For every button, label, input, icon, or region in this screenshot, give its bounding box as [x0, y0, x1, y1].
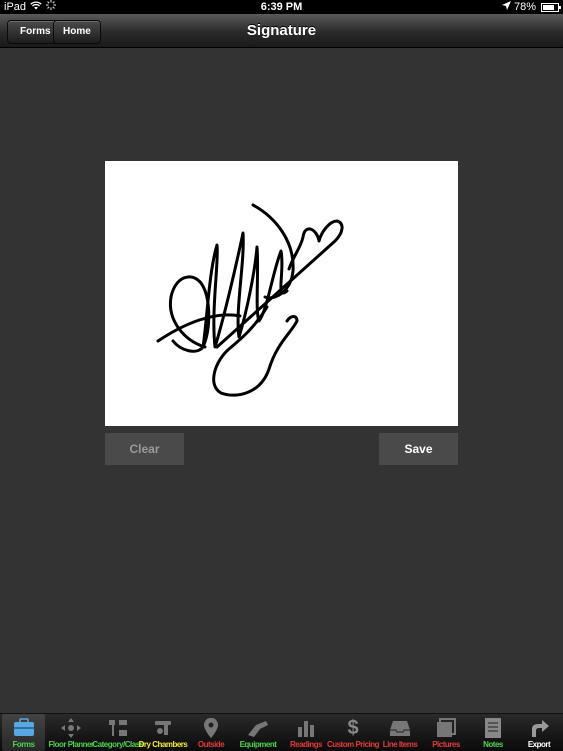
equipment-icon: [246, 717, 270, 739]
inbox-tray-icon: [389, 717, 411, 739]
tab-dry-chambers[interactable]: Dry Chambers: [139, 714, 188, 751]
tab-label: Outside: [197, 740, 225, 749]
battery-percent: 78%: [513, 1, 536, 13]
signature-pad[interactable]: [105, 161, 458, 426]
readings-chart-icon: [295, 717, 317, 739]
clock: 6:39 PM: [260, 1, 303, 13]
tab-label: Readings: [289, 740, 323, 749]
category-icon: [107, 717, 129, 739]
status-bar: iPad 6:39 PM 78%: [0, 0, 563, 14]
battery-icon: [541, 2, 561, 12]
clear-button[interactable]: Clear: [105, 433, 184, 465]
home-button[interactable]: Home: [53, 20, 101, 44]
tab-bar: Forms Floor Planner Category/Class Dry C…: [0, 713, 563, 751]
tab-pictures[interactable]: Pictures: [424, 714, 468, 751]
navigation-bar: Signature Forms Home: [0, 14, 563, 48]
tab-export[interactable]: Export: [518, 714, 560, 751]
tab-label: Custom Pricing: [326, 740, 380, 749]
signature-stroke: [156, 203, 344, 397]
export-arrow-icon: [528, 717, 550, 739]
location-pin-icon: [200, 717, 222, 739]
location-arrow-icon: [501, 0, 511, 14]
tab-line-items[interactable]: Line Items: [378, 714, 422, 751]
tab-label: Dry Chambers: [138, 740, 188, 749]
dollar-icon: $: [347, 717, 359, 739]
tab-outside[interactable]: Outside: [189, 714, 233, 751]
save-button[interactable]: Save: [379, 433, 458, 465]
tab-label: Export: [527, 740, 551, 749]
tab-readings[interactable]: Readings: [284, 714, 328, 751]
tab-forms[interactable]: Forms: [2, 714, 45, 751]
briefcase-icon: [12, 717, 36, 739]
notes-icon: [483, 717, 503, 739]
tab-label: Floor Planner: [48, 740, 94, 749]
tab-label: Forms: [12, 740, 35, 749]
tab-label: Equipment: [239, 740, 277, 749]
tab-floor-planner[interactable]: Floor Planner: [48, 714, 94, 751]
tab-notes[interactable]: Notes: [472, 714, 514, 751]
pictures-icon: [435, 717, 457, 739]
dry-chamber-icon: [152, 717, 174, 739]
tab-equipment[interactable]: Equipment: [236, 714, 280, 751]
tab-label: Notes: [483, 740, 503, 749]
tab-label: Pictures: [432, 740, 460, 749]
tab-label: Line Items: [382, 740, 418, 749]
tab-category-class[interactable]: Category/Class: [92, 714, 144, 751]
move-arrows-icon: [60, 717, 82, 739]
tab-custom-pricing[interactable]: $ Custom Pricing: [327, 714, 380, 751]
